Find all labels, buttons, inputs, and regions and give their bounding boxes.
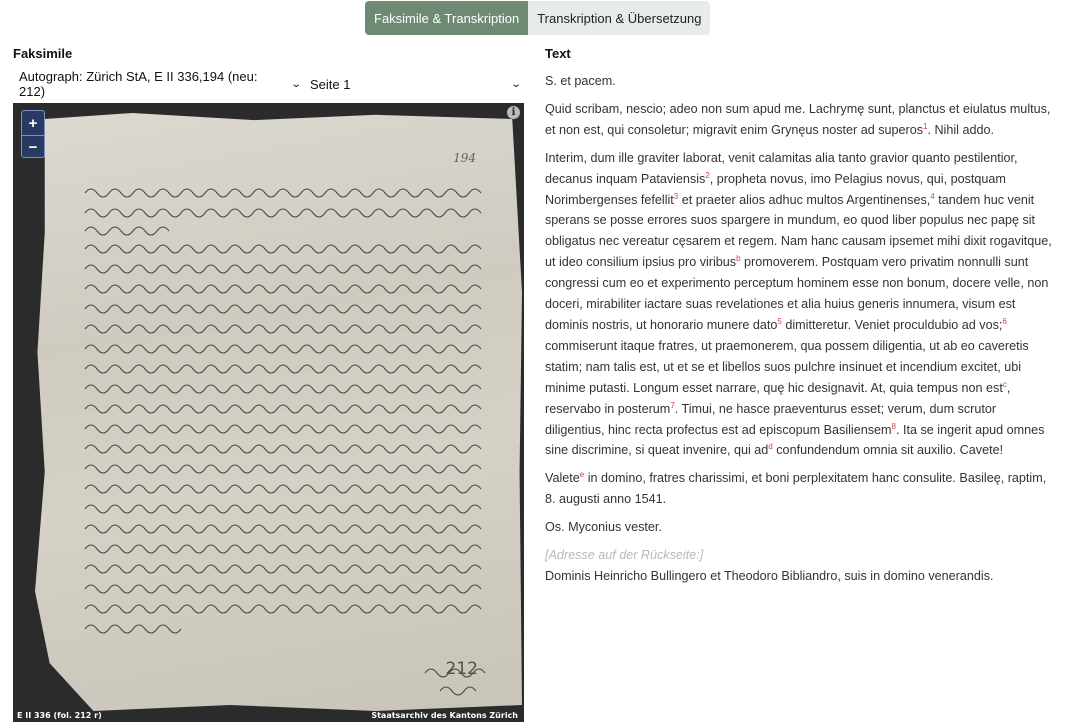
- page-number-mark: 212: [445, 659, 478, 679]
- handwriting-image: [84, 188, 486, 696]
- paragraph-3: Valetee in domino, fratres charissimi, e…: [545, 470, 1047, 507]
- image-caption-left: E II 336 (fol. 212 r): [17, 711, 102, 720]
- image-caption-right: Staatsarchiv des Kantons Zürich: [371, 711, 518, 720]
- chevron-down-icon: ⌄: [510, 78, 522, 90]
- address: Dominis Heinricho Bullingero et Theodoro…: [545, 568, 994, 583]
- document-select[interactable]: Autograph: Zürich StA, E II 336,194 (neu…: [13, 69, 302, 99]
- greeting: S. et pacem.: [545, 74, 616, 88]
- facsimile-heading: Faksimile: [13, 46, 73, 61]
- tab-facsimile-transcription[interactable]: Faksimile & Transkription: [365, 1, 529, 35]
- closing: Os. Myconius vester.: [545, 520, 662, 535]
- paragraph-2: Interim, dum ille graviter laborat, veni…: [545, 150, 1052, 458]
- facsimile-viewer[interactable]: + − i 194 212 E II 336 (fol. 212 r) Staa…: [13, 103, 524, 722]
- paragraph-1: Quid scribam, nescio; adeo non sum apud …: [545, 101, 1051, 137]
- chevron-down-icon: ⌄: [290, 78, 302, 90]
- page-select-value: Seite 1: [310, 76, 351, 92]
- zoom-controls: + −: [21, 110, 45, 158]
- transcription-text: S. et pacem. Quid scribam, nescio; adeo …: [545, 71, 1057, 594]
- tab-transcription-translation[interactable]: Transkription & Übersetzung: [528, 1, 711, 35]
- folio-mark: 194: [453, 151, 476, 165]
- document-select-value: Autograph: Zürich StA, E II 336,194 (neu…: [19, 69, 258, 99]
- address-label: [Adresse auf der Rückseite:]: [545, 548, 704, 563]
- page-select[interactable]: Seite 1 ⌄: [300, 70, 524, 98]
- facsimile-selectors: Autograph: Zürich StA, E II 336,194 (neu…: [13, 69, 524, 99]
- footnote-link[interactable]: 6: [1002, 317, 1006, 326]
- info-icon[interactable]: i: [507, 106, 520, 119]
- view-tabs: Faksimile & Transkription Transkription …: [365, 1, 711, 35]
- zoom-in-button[interactable]: +: [22, 111, 44, 135]
- text-heading: Text: [545, 46, 571, 61]
- manuscript-image: [35, 113, 522, 711]
- zoom-out-button[interactable]: −: [22, 135, 44, 159]
